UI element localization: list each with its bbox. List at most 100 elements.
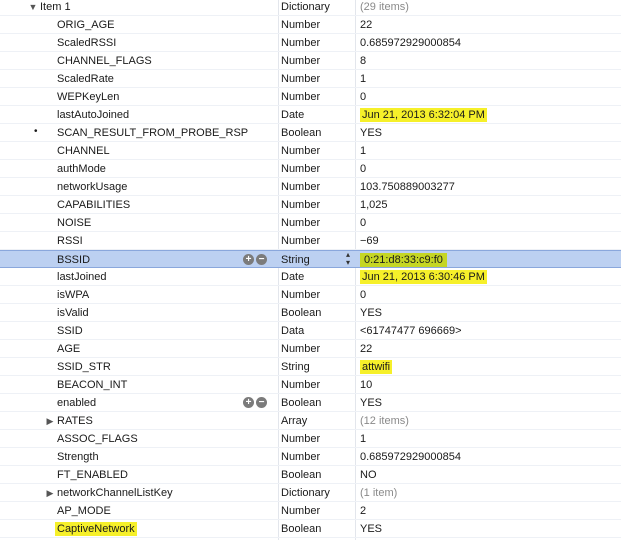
row-type[interactable]: Boolean — [281, 394, 321, 412]
row-type[interactable]: String — [281, 358, 310, 376]
plist-row[interactable]: ▶ RATES Array (12 items) — [0, 412, 621, 430]
plist-row[interactable]: ScaledRSSI Number 0.685972929000854 — [0, 34, 621, 52]
row-value[interactable]: 10 — [360, 376, 372, 394]
row-type[interactable]: Number — [281, 16, 320, 34]
row-type[interactable]: Number — [281, 52, 320, 70]
row-value[interactable]: 0.685972929000854 — [360, 34, 461, 52]
plist-row[interactable]: isValid Boolean YES — [0, 304, 621, 322]
row-type[interactable]: Number — [281, 196, 320, 214]
row-value[interactable]: <61747477 696669> — [360, 322, 462, 340]
plist-row[interactable]: SSID Data <61747477 696669> — [0, 322, 621, 340]
row-type[interactable]: Number — [281, 286, 320, 304]
row-value[interactable]: 0 — [360, 214, 366, 232]
disclosure-expanded-icon[interactable]: ▼ — [28, 0, 38, 16]
row-value[interactable]: 1,025 — [360, 196, 388, 214]
row-value[interactable]: 2 — [360, 502, 366, 520]
row-value: (12 items) — [360, 415, 409, 427]
row-value[interactable]: Jun 21, 2013 6:30:46 PM — [360, 270, 487, 284]
row-type[interactable]: Boolean — [281, 466, 321, 484]
row-value[interactable]: 0 — [360, 160, 366, 178]
row-type[interactable]: Number — [281, 178, 320, 196]
plist-row[interactable]: SSID_STR String attwifi — [0, 358, 621, 376]
plist-row[interactable]: ASSOC_FLAGS Number 1 — [0, 430, 621, 448]
remove-item-button[interactable]: − — [256, 254, 267, 265]
plist-row-item-1[interactable]: ▼ Item 1 Dictionary (29 items) — [0, 0, 621, 16]
plist-row[interactable]: ▶ networkChannelListKey Dictionary (1 it… — [0, 484, 621, 502]
row-value[interactable]: attwifi — [360, 360, 393, 374]
plist-row[interactable]: AGE Number 22 — [0, 340, 621, 358]
plist-row[interactable]: isWPA Number 0 — [0, 286, 621, 304]
row-type[interactable]: Boolean — [281, 124, 321, 142]
row-type[interactable]: Boolean — [281, 520, 321, 538]
row-value[interactable]: 22 — [360, 340, 372, 358]
row-key: Strength — [57, 451, 99, 463]
row-type[interactable]: Number — [281, 160, 320, 178]
disclosure-collapsed-icon[interactable]: ▶ — [45, 412, 55, 430]
row-value: (1 item) — [360, 487, 398, 499]
row-value[interactable]: 1 — [360, 142, 366, 160]
row-value[interactable]: YES — [360, 304, 382, 322]
row-type[interactable]: Boolean — [281, 304, 321, 322]
row-type[interactable]: Number — [281, 214, 320, 232]
row-value[interactable]: 103.750889003277 — [360, 178, 455, 196]
row-type[interactable]: Dictionary — [281, 484, 330, 502]
row-type[interactable]: Number — [281, 88, 320, 106]
row-value[interactable]: 0.685972929000854 — [360, 448, 461, 466]
row-value[interactable]: 1 — [360, 70, 366, 88]
plist-row[interactable]: authMode Number 0 — [0, 160, 621, 178]
row-type[interactable]: Dictionary — [281, 0, 330, 16]
type-stepper-icon[interactable]: ▴▾ — [346, 251, 352, 267]
plist-row[interactable]: WEPKeyLen Number 0 — [0, 88, 621, 106]
row-type[interactable]: Number — [281, 430, 320, 448]
add-item-button[interactable]: + — [243, 397, 254, 408]
plist-row[interactable]: enabled + − Boolean YES — [0, 394, 621, 412]
plist-row[interactable]: Strength Number 0.685972929000854 — [0, 448, 621, 466]
plist-row[interactable]: AP_MODE Number 2 — [0, 502, 621, 520]
plist-row[interactable]: BEACON_INT Number 10 — [0, 376, 621, 394]
remove-item-button[interactable]: − — [256, 397, 267, 408]
row-value[interactable]: YES — [360, 124, 382, 142]
disclosure-collapsed-icon[interactable]: ▶ — [45, 484, 55, 502]
row-type[interactable]: Number — [281, 142, 320, 160]
plist-row[interactable]: ORIG_AGE Number 22 — [0, 16, 621, 34]
value-highlight: 0:21:d8:33:c9:f0 — [360, 251, 447, 269]
plist-row[interactable]: FT_ENABLED Boolean NO — [0, 466, 621, 484]
row-type[interactable]: Array — [281, 412, 307, 430]
row-type[interactable]: Number — [281, 340, 320, 358]
row-type[interactable]: Number — [281, 232, 320, 250]
row-value[interactable]: −69 — [360, 232, 379, 250]
row-key: RATES — [57, 415, 93, 427]
plist-row[interactable]: CHANNEL_FLAGS Number 8 — [0, 52, 621, 70]
row-value[interactable]: NO — [360, 466, 377, 484]
row-type[interactable]: Number — [281, 34, 320, 52]
row-type[interactable]: Data — [281, 322, 304, 340]
row-value[interactable]: 1 — [360, 430, 366, 448]
row-type[interactable]: Date — [281, 268, 304, 286]
row-type[interactable]: Date — [281, 106, 304, 124]
plist-row[interactable]: CaptiveNetwork Boolean YES — [0, 520, 621, 538]
row-value[interactable]: 0 — [360, 286, 366, 304]
row-type[interactable]: Number — [281, 70, 320, 88]
plist-row[interactable]: networkUsage Number 103.750889003277 — [0, 178, 621, 196]
plist-row-selected[interactable]: BSSID + − String ▴▾ 0:21:d8:33:c9:f0 — [0, 250, 621, 268]
row-type[interactable]: Number — [281, 448, 320, 466]
row-value[interactable]: 8 — [360, 52, 366, 70]
plist-row[interactable]: CHANNEL Number 1 — [0, 142, 621, 160]
plist-row[interactable]: RSSI Number −69 — [0, 232, 621, 250]
plist-row[interactable]: NOISE Number 0 — [0, 214, 621, 232]
plist-row[interactable]: lastAutoJoined Date Jun 21, 2013 6:32:04… — [0, 106, 621, 124]
row-value[interactable]: 22 — [360, 16, 372, 34]
row-value[interactable]: YES — [360, 520, 382, 538]
row-value[interactable]: YES — [360, 394, 382, 412]
plist-row[interactable]: ScaledRate Number 1 — [0, 70, 621, 88]
row-value[interactable]: 0:21:d8:33:c9:f0 — [360, 253, 447, 267]
row-value[interactable]: 0 — [360, 88, 366, 106]
row-type[interactable]: String — [281, 251, 310, 269]
row-value[interactable]: Jun 21, 2013 6:32:04 PM — [360, 108, 487, 122]
plist-row[interactable]: • SCAN_RESULT_FROM_PROBE_RSP Boolean YES — [0, 124, 621, 142]
plist-row[interactable]: CAPABILITIES Number 1,025 — [0, 196, 621, 214]
row-type[interactable]: Number — [281, 376, 320, 394]
plist-row[interactable]: lastJoined Date Jun 21, 2013 6:30:46 PM — [0, 268, 621, 286]
add-item-button[interactable]: + — [243, 254, 254, 265]
row-type[interactable]: Number — [281, 502, 320, 520]
